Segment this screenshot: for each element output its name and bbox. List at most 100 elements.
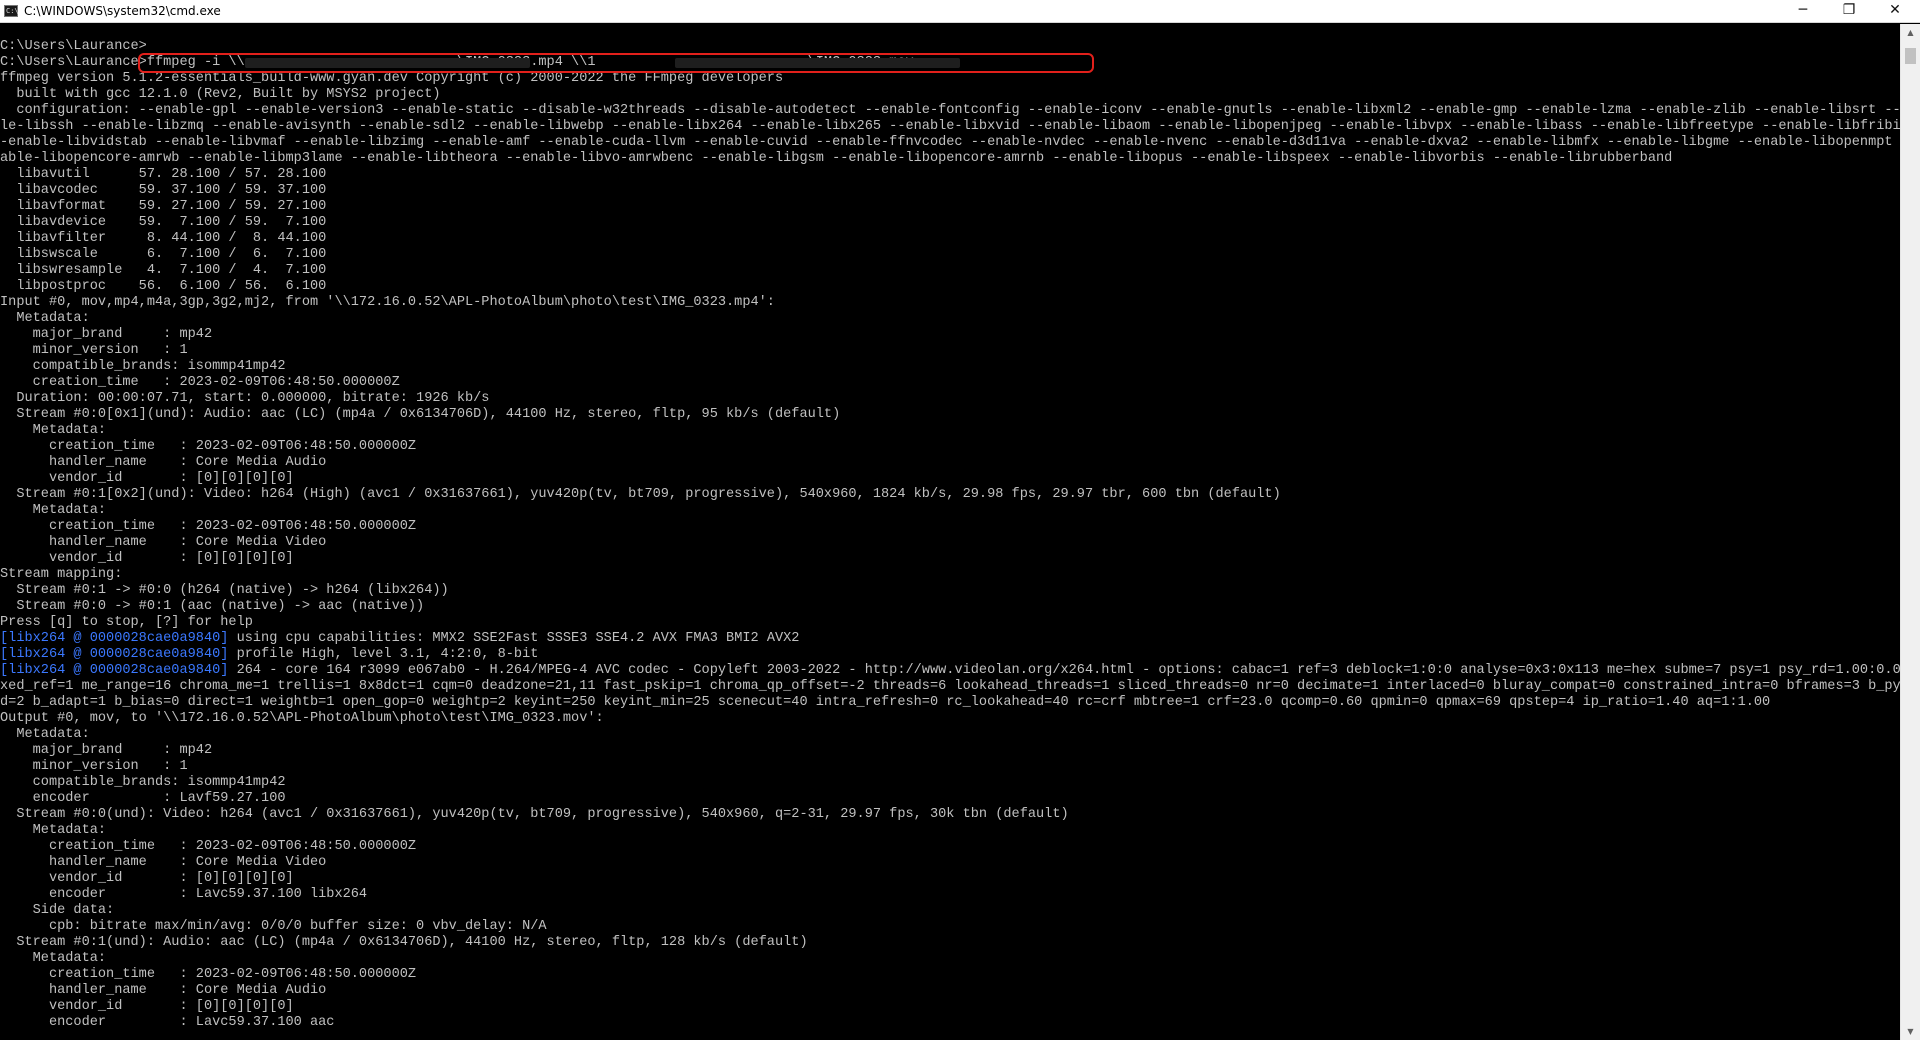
console-line: libavutil 57. 28.100 / 57. 28.100 <box>0 167 1900 183</box>
console-line-text: encoder : Lavc59.37.100 aac <box>0 1015 335 1030</box>
console-line: xed_ref=1 me_range=16 chroma_me=1 trelli… <box>0 679 1900 695</box>
console-line: vendor_id : [0][0][0][0] <box>0 471 1900 487</box>
console-line: Stream #0:0(und): Video: h264 (avc1 / 0x… <box>0 807 1900 823</box>
console-line-text: encoder : Lavf59.27.100 <box>0 791 286 806</box>
console-line-text: compatible_brands: isommp41mp42 <box>0 775 286 790</box>
console-line-text: Metadata: <box>0 727 90 742</box>
cmd-icon: C:\ <box>4 5 19 17</box>
console-line-text: Metadata: <box>0 503 107 518</box>
console-line: handler_name : Core Media Audio <box>0 983 1900 999</box>
console-line: libavdevice 59. 7.100 / 59. 7.100 <box>0 215 1900 231</box>
console-line: Stream #0:0[0x1](und): Audio: aac (LC) (… <box>0 407 1900 423</box>
console-output[interactable]: C:\Users\Laurance> C:\Users\Laurance>ffmp… <box>0 24 1900 1040</box>
console-line-text: Press [q] to stop, [?] for help <box>0 615 253 630</box>
console-line: configuration: --enable-gpl --enable-ver… <box>0 103 1900 119</box>
console-line: Output #0, mov, to '\\172.16.0.52\APL-Ph… <box>0 711 1900 727</box>
console-line-text: C:\Users\Laurance> <box>0 39 147 54</box>
console-line-text: libavfilter 8. 44.100 / 8. 44.100 <box>0 231 327 246</box>
libx264-log-tag: [libx264 @ 0000028cae0a9840] <box>0 631 229 646</box>
console-line: creation_time : 2023-02-09T06:48:50.0000… <box>0 967 1900 983</box>
console-line: Side data: <box>0 903 1900 919</box>
console-line: Stream #0:0 -> #0:1 (aac (native) -> aac… <box>0 599 1900 615</box>
console-line: Duration: 00:00:07.71, start: 0.000000, … <box>0 391 1900 407</box>
console-line-text: Metadata: <box>0 951 107 966</box>
console-line: vendor_id : [0][0][0][0] <box>0 551 1900 567</box>
console-line-text: Stream mapping: <box>0 567 123 582</box>
console-line-text: major_brand : mp42 <box>0 743 213 758</box>
console-line: vendor_id : [0][0][0][0] <box>0 999 1900 1015</box>
libx264-log-tag: [libx264 @ 0000028cae0a9840] <box>0 647 229 662</box>
console-line-text: Metadata: <box>0 423 107 438</box>
console-line-text: libavdevice 59. 7.100 / 59. 7.100 <box>0 215 327 230</box>
console-line: -enable-libvidstab --enable-libvmaf --en… <box>0 135 1900 151</box>
console-line: Stream mapping: <box>0 567 1900 583</box>
console-line: libavformat 59. 27.100 / 59. 27.100 <box>0 199 1900 215</box>
console-line-text: creation_time : 2023-02-09T06:48:50.0000… <box>0 967 417 982</box>
console-line: [libx264 @ 0000028cae0a9840] profile Hig… <box>0 647 1900 663</box>
console-line-text: creation_time : 2023-02-09T06:48:50.0000… <box>0 439 417 454</box>
console-line: handler_name : Core Media Video <box>0 535 1900 551</box>
console-line-text: le-libssh --enable-libzmq --enable-avisy… <box>0 119 1900 134</box>
console-line: libswresample 4. 7.100 / 4. 7.100 <box>0 263 1900 279</box>
scroll-down-arrow-icon[interactable]: ▼ <box>1901 1023 1920 1040</box>
console-line-text: Stream #0:0(und): Video: h264 (avc1 / 0x… <box>0 807 1069 822</box>
vertical-scrollbar[interactable]: ▲ ▼ <box>1900 24 1920 1040</box>
console-line-text: Duration: 00:00:07.71, start: 0.000000, … <box>0 391 490 406</box>
console-line-text: Output #0, mov, to '\\172.16.0.52\APL-Ph… <box>0 711 604 726</box>
console-line: creation_time : 2023-02-09T06:48:50.0000… <box>0 519 1900 535</box>
console-line: d=2 b_adapt=1 b_bias=0 direct=1 weightb=… <box>0 695 1900 711</box>
console-line-text: creation_time : 2023-02-09T06:48:50.0000… <box>0 375 400 390</box>
title-bar: C:\ C:\WINDOWS\system32\cmd.exe ─ ❐ ✕ <box>0 0 1920 23</box>
console-line-text: Stream #0:0[0x1](und): Audio: aac (LC) (… <box>0 407 841 422</box>
console-line-text: profile High, level 3.1, 4:2:0, 8-bit <box>228 647 539 662</box>
console-line-text: vendor_id : [0][0][0][0] <box>0 471 294 486</box>
console-line: able-libopencore-amrwb --enable-libmp3la… <box>0 151 1900 167</box>
console-line-text: Stream #0:0 -> #0:1 (aac (native) -> aac… <box>0 599 425 614</box>
restore-button[interactable]: ❐ <box>1826 0 1872 22</box>
console-line: compatible_brands: isommp41mp42 <box>0 359 1900 375</box>
window-title: C:\WINDOWS\system32\cmd.exe <box>24 4 221 18</box>
libx264-log-tag: [libx264 @ 0000028cae0a9840] <box>0 663 229 678</box>
console-line-text: libswresample 4. 7.100 / 4. 7.100 <box>0 263 327 278</box>
close-button[interactable]: ✕ <box>1872 0 1918 22</box>
console-line-text: Metadata: <box>0 311 90 326</box>
console-line: ffmpeg version 5.1.2-essentials_build-ww… <box>0 71 1900 87</box>
cmd-icon-glyph: C:\ <box>6 7 19 15</box>
console-line: Metadata: <box>0 311 1900 327</box>
console-line: libswscale 6. 7.100 / 6. 7.100 <box>0 247 1900 263</box>
console-line: [libx264 @ 0000028cae0a9840] using cpu c… <box>0 631 1900 647</box>
console-line-text: configuration: --enable-gpl --enable-ver… <box>0 103 1900 118</box>
console-line-text: Metadata: <box>0 823 107 838</box>
console-line-text: creation_time : 2023-02-09T06:48:50.0000… <box>0 839 417 854</box>
minimize-button[interactable]: ─ <box>1780 0 1826 22</box>
scrollbar-thumb[interactable] <box>1905 48 1916 64</box>
console-line: built with gcc 12.1.0 (Rev2, Built by MS… <box>0 87 1900 103</box>
console-line: compatible_brands: isommp41mp42 <box>0 775 1900 791</box>
console-line-text: able-libopencore-amrwb --enable-libmp3la… <box>0 151 1673 166</box>
console-line: handler_name : Core Media Audio <box>0 455 1900 471</box>
console-line-text: handler_name : Core Media Video <box>0 535 327 550</box>
console-line: Metadata: <box>0 823 1900 839</box>
console-line: Stream #0:1 -> #0:0 (h264 (native) -> h2… <box>0 583 1900 599</box>
console-line-text: minor_version : 1 <box>0 759 188 774</box>
console-line: libavcodec 59. 37.100 / 59. 37.100 <box>0 183 1900 199</box>
console-line-text: libswscale 6. 7.100 / 6. 7.100 <box>0 247 327 262</box>
console-line: Stream #0:1(und): Audio: aac (LC) (mp4a … <box>0 935 1900 951</box>
console-line: Metadata: <box>0 951 1900 967</box>
console-line-text: Stream #0:1(und): Audio: aac (LC) (mp4a … <box>0 935 808 950</box>
console-line: libpostproc 56. 6.100 / 56. 6.100 <box>0 279 1900 295</box>
console-line: vendor_id : [0][0][0][0] <box>0 871 1900 887</box>
console-line: Input #0, mov,mp4,m4a,3gp,3g2,mj2, from … <box>0 295 1900 311</box>
console-line: cpb: bitrate max/min/avg: 0/0/0 buffer s… <box>0 919 1900 935</box>
console-line-text: Input #0, mov,mp4,m4a,3gp,3g2,mj2, from … <box>0 295 775 310</box>
console-line-text: handler_name : Core Media Audio <box>0 983 327 998</box>
console-line: handler_name : Core Media Video <box>0 855 1900 871</box>
console-line-text: libpostproc 56. 6.100 / 56. 6.100 <box>0 279 327 294</box>
scroll-up-arrow-icon[interactable]: ▲ <box>1901 24 1920 41</box>
console-line-text: compatible_brands: isommp41mp42 <box>0 359 286 374</box>
console-line-text: encoder : Lavc59.37.100 libx264 <box>0 887 368 902</box>
console-line-text: vendor_id : [0][0][0][0] <box>0 999 294 1014</box>
console-line: minor_version : 1 <box>0 343 1900 359</box>
console-line-text: using cpu capabilities: MMX2 SSE2Fast SS… <box>228 631 800 646</box>
console-line: creation_time : 2023-02-09T06:48:50.0000… <box>0 439 1900 455</box>
